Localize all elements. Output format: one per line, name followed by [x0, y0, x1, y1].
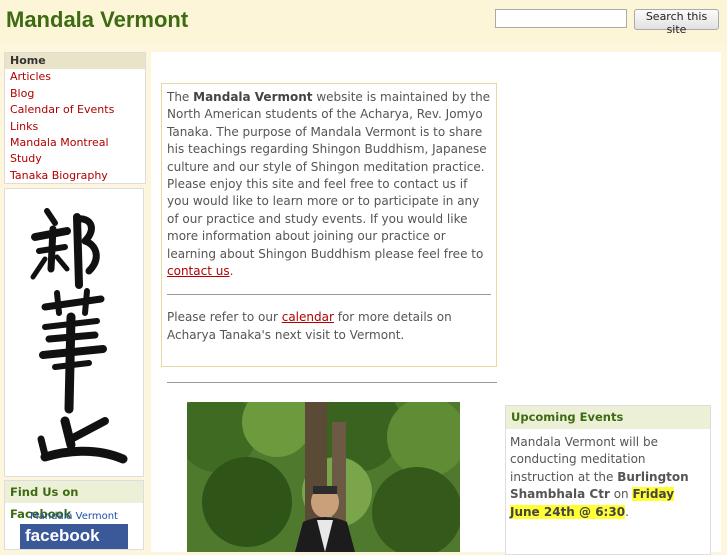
upcoming-events-heading: Upcoming Events	[506, 406, 710, 429]
intro-box: The Mandala Vermont website is maintaine…	[161, 83, 497, 383]
divider	[167, 382, 497, 383]
main-content: The Mandala Vermont website is maintaine…	[151, 52, 721, 555]
nav-item-blog[interactable]: Blog	[5, 86, 145, 102]
facebook-widget: Find Us on Facebook Mandala Vermont face…	[4, 480, 144, 550]
divider	[167, 294, 491, 296]
nav-item-tanaka-biography[interactable]: Tanaka Biography	[5, 168, 145, 184]
photo-artwork	[187, 402, 460, 552]
search-input[interactable]	[495, 9, 627, 28]
search-button[interactable]: Search this site	[634, 9, 719, 36]
upcoming-events-text: Mandala Vermont will be conducting medit…	[510, 435, 689, 519]
intro-paragraph: The Mandala Vermont website is maintaine…	[167, 90, 491, 279]
site-header: Mandala Vermont Search this site	[0, 0, 727, 44]
nav-item-articles[interactable]: Articles	[5, 69, 145, 85]
nav-item-study[interactable]: Study	[5, 151, 145, 167]
calendar-link[interactable]: calendar	[282, 310, 334, 324]
acharya-photo	[187, 402, 460, 552]
calligraphy-image	[4, 188, 144, 477]
upcoming-events-widget: Upcoming Events Mandala Vermont will be …	[505, 405, 711, 555]
nav-item-mandala-montreal[interactable]: Mandala Montreal	[5, 135, 145, 151]
facebook-heading: Find Us on Facebook	[5, 481, 143, 521]
nav-item-home[interactable]: Home	[5, 53, 145, 70]
nav-menu: Home Articles Blog Calendar of Events Li…	[4, 52, 146, 184]
nav-item-calendar[interactable]: Calendar of Events	[5, 102, 145, 118]
contact-us-link[interactable]: contact us	[167, 264, 230, 278]
site-title[interactable]: Mandala Vermont	[6, 7, 188, 33]
site-name-bold: Mandala Vermont	[193, 90, 313, 104]
calligraphy-artwork	[30, 208, 128, 464]
facebook-badge[interactable]: facebook	[20, 524, 128, 549]
calendar-paragraph: Please refer to our calendar for more de…	[167, 310, 452, 342]
nav-item-links[interactable]: Links	[5, 119, 145, 135]
